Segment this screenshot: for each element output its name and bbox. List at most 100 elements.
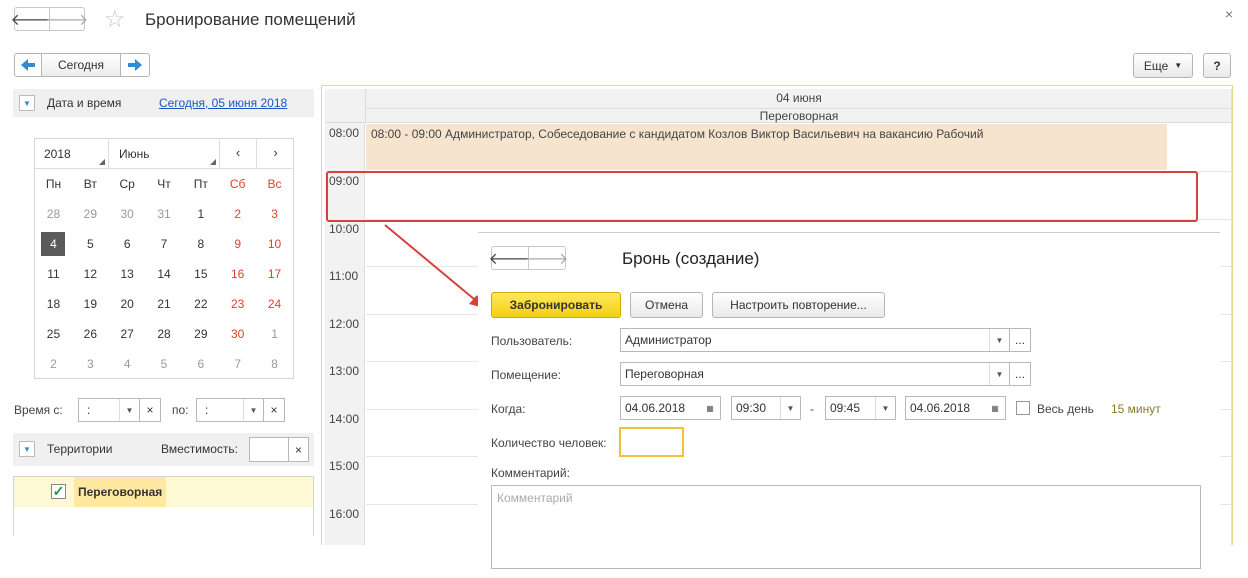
calendar-day[interactable]: 8 xyxy=(256,349,293,379)
book-button[interactable]: Забронировать xyxy=(491,292,621,318)
chevron-down-icon[interactable]: ▼ xyxy=(875,397,895,419)
year-select[interactable]: 2018 ◢ xyxy=(35,139,109,169)
calendar-day[interactable]: 17 xyxy=(256,259,293,289)
room-field[interactable]: Переговорная ▼ xyxy=(620,362,1010,386)
cancel-button[interactable]: Отмена xyxy=(630,292,703,318)
calendar-day[interactable]: 21 xyxy=(146,289,183,319)
schedule-event[interactable]: 08:00 - 09:00 Администратор, Собеседован… xyxy=(366,124,1167,170)
calendar-day[interactable]: 13 xyxy=(109,259,146,289)
prev-month-button[interactable]: ‹ xyxy=(220,139,257,169)
calendar-day[interactable]: 4 xyxy=(109,349,146,379)
room-value: Переговорная xyxy=(625,367,704,381)
chevron-down-icon[interactable]: ▼ xyxy=(989,329,1009,351)
time-from-clear[interactable]: × xyxy=(139,398,161,422)
weekday: Ср xyxy=(119,177,135,191)
selected-day: 4 xyxy=(41,232,66,256)
calendar-day[interactable]: 28 xyxy=(146,319,183,349)
date-section-toggle[interactable]: ▼ xyxy=(19,95,35,111)
capacity-input[interactable] xyxy=(249,437,289,462)
all-day-checkbox[interactable] xyxy=(1016,401,1030,415)
more-button[interactable]: Еще ▼ xyxy=(1133,53,1193,78)
calendar-day[interactable]: 10 xyxy=(256,229,293,259)
calendar-day[interactable]: 23 xyxy=(219,289,256,319)
calendar-day[interactable]: 5 xyxy=(146,349,183,379)
calendar-day[interactable]: 1 xyxy=(182,199,219,229)
chevron-down-icon[interactable]: ▼ xyxy=(243,399,263,421)
calendar-day[interactable]: 22 xyxy=(182,289,219,319)
time-to-field[interactable]: 09:45 ▼ xyxy=(825,396,896,420)
user-field[interactable]: Администратор ▼ xyxy=(620,328,1010,352)
calendar-day[interactable]: 11 xyxy=(35,259,72,289)
prev-day-button[interactable] xyxy=(14,53,42,77)
room-select-button[interactable]: ... xyxy=(1009,362,1031,386)
hour-label: 10:00 xyxy=(329,222,360,236)
form-forward-button[interactable]: 🡒 xyxy=(526,246,568,270)
calendar-day[interactable]: 25 xyxy=(35,319,72,349)
calendar-day-selected[interactable]: 4 xyxy=(35,229,72,259)
calendar-day[interactable]: 5 xyxy=(72,229,109,259)
repeat-button[interactable]: Настроить повторение... xyxy=(712,292,885,318)
form-back-button[interactable]: 🡐 xyxy=(489,246,531,270)
date-to-field[interactable]: 04.06.2018 ▦ xyxy=(905,396,1006,420)
chevron-down-icon[interactable]: ▼ xyxy=(119,399,139,421)
all-day-label: Весь день xyxy=(1037,402,1094,416)
today-button[interactable]: Сегодня xyxy=(41,53,121,77)
calendar-day[interactable]: 20 xyxy=(109,289,146,319)
calendar-day[interactable]: 9 xyxy=(219,229,256,259)
calendar-day[interactable]: 30 xyxy=(109,199,146,229)
calendar-day[interactable]: 28 xyxy=(35,199,72,229)
calendar-day[interactable]: 8 xyxy=(182,229,219,259)
time-from-input[interactable]: : ▼ xyxy=(78,398,140,422)
calendar-icon[interactable]: ▦ xyxy=(985,397,1005,419)
chevron-down-icon[interactable]: ▼ xyxy=(780,397,800,419)
close-icon[interactable]: × xyxy=(1225,6,1233,22)
next-day-button[interactable] xyxy=(120,53,150,77)
today-link[interactable]: Сегодня, 05 июня 2018 xyxy=(159,96,287,110)
calendar-day[interactable]: 24 xyxy=(256,289,293,319)
list-item[interactable]: ✓ Переговорная xyxy=(14,477,313,507)
calendar-day[interactable]: 2 xyxy=(219,199,256,229)
date-from-value: 04.06.2018 xyxy=(625,401,686,415)
date-from-field[interactable]: 04.06.2018 ▦ xyxy=(620,396,721,420)
territories-toggle[interactable]: ▼ xyxy=(19,441,35,457)
user-select-button[interactable]: ... xyxy=(1009,328,1031,352)
calendar-day[interactable]: 12 xyxy=(72,259,109,289)
time-to-label: по: xyxy=(172,403,189,417)
calendar-day[interactable]: 30 xyxy=(219,319,256,349)
time-from-field[interactable]: 09:30 ▼ xyxy=(731,396,801,420)
favorite-star-icon[interactable]: ☆ xyxy=(104,5,126,34)
calendar-day[interactable]: 18 xyxy=(35,289,72,319)
time-to-input[interactable]: : ▼ xyxy=(196,398,264,422)
calendar-day[interactable]: 2 xyxy=(35,349,72,379)
month-select[interactable]: Июнь ◢ xyxy=(109,139,220,169)
people-input[interactable] xyxy=(619,427,684,457)
calendar-day[interactable]: 29 xyxy=(182,319,219,349)
calendar-day[interactable]: 26 xyxy=(72,319,109,349)
calendar-day[interactable]: 3 xyxy=(256,199,293,229)
scroll-separator xyxy=(1231,89,1232,545)
chevron-down-icon[interactable]: ▼ xyxy=(989,363,1009,385)
comment-textarea[interactable]: Комментарий xyxy=(491,485,1201,569)
calendar-day[interactable]: 7 xyxy=(146,229,183,259)
calendar-day[interactable]: 7 xyxy=(219,349,256,379)
help-button[interactable]: ? xyxy=(1203,53,1231,78)
calendar-day[interactable]: 6 xyxy=(109,229,146,259)
calendar-day[interactable]: 29 xyxy=(72,199,109,229)
capacity-clear[interactable]: × xyxy=(288,437,309,462)
next-month-button[interactable]: › xyxy=(257,139,294,169)
calendar-day[interactable]: 19 xyxy=(72,289,109,319)
calendar-day[interactable]: 15 xyxy=(182,259,219,289)
calendar-day[interactable]: 31 xyxy=(146,199,183,229)
calendar-day[interactable]: 3 xyxy=(72,349,109,379)
time-to-value: : xyxy=(205,403,209,417)
hour-label: 12:00 xyxy=(329,317,360,331)
checkbox-checked-icon[interactable]: ✓ xyxy=(51,484,66,499)
calendar-day[interactable]: 16 xyxy=(219,259,256,289)
calendar-day[interactable]: 6 xyxy=(182,349,219,379)
calendar-day[interactable]: 27 xyxy=(109,319,146,349)
calendar-day[interactable]: 1 xyxy=(256,319,293,349)
time-to-clear[interactable]: × xyxy=(263,398,285,422)
calendar-icon[interactable]: ▦ xyxy=(700,397,720,419)
forward-button[interactable]: 🡒 xyxy=(46,7,88,31)
calendar-day[interactable]: 14 xyxy=(146,259,183,289)
